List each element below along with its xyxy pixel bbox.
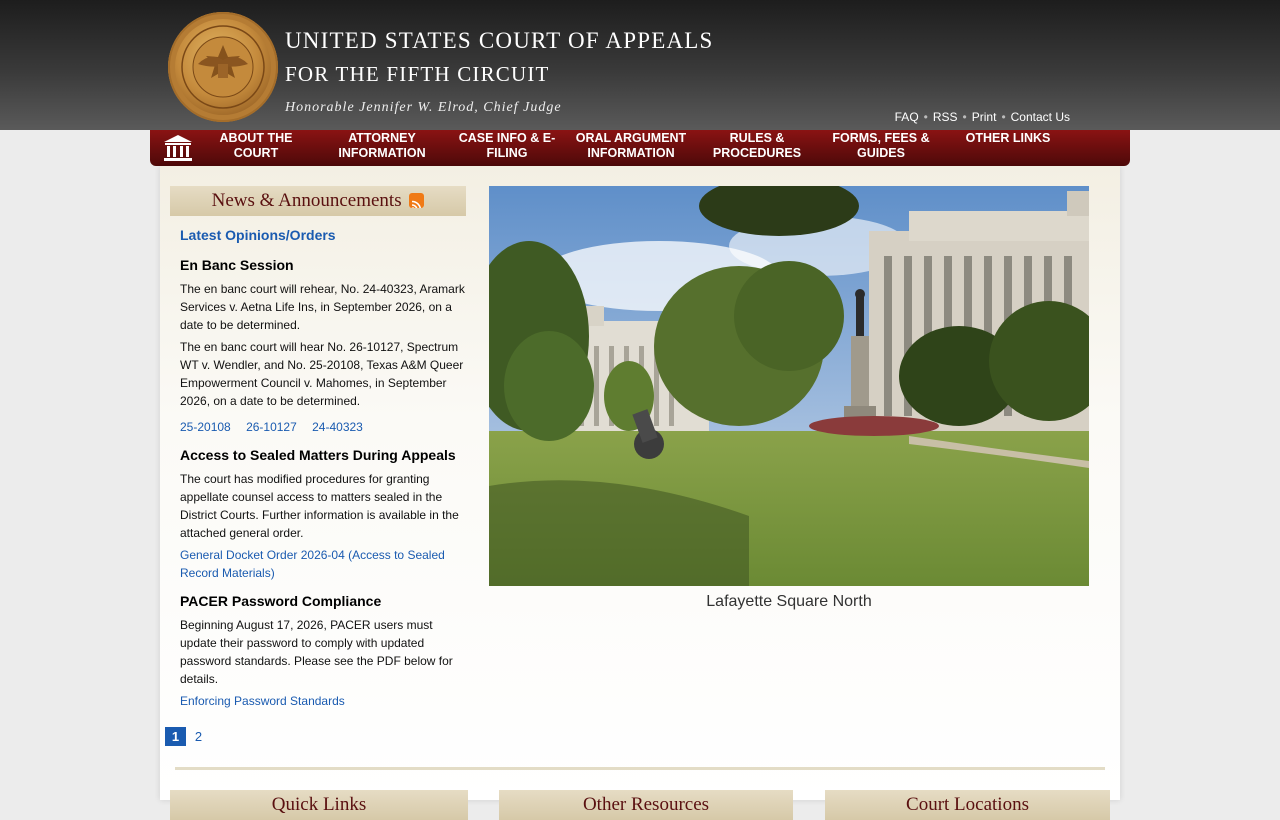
- nav-label-line-1: ABOUT THE: [219, 131, 293, 145]
- password-standards-link[interactable]: Enforcing Password Standards: [180, 694, 345, 708]
- main-content: News & Announcements Latest Opinions/Ord…: [160, 166, 1120, 820]
- photo-caption: Lafayette Square North: [706, 593, 872, 610]
- nav-label-line-2: GUIDES: [857, 146, 905, 160]
- news-item: En Banc Session The en banc court will r…: [180, 256, 465, 436]
- case-link-26-10127[interactable]: 26-10127: [246, 420, 297, 434]
- separator-dot: •: [1001, 110, 1006, 124]
- nav-label-line-1: CASE INFO & E-: [458, 131, 556, 145]
- faq-link[interactable]: FAQ: [895, 110, 919, 124]
- news-item-title: En Banc Session: [180, 257, 294, 273]
- case-links: 25-20108 26-10127 24-40323: [180, 418, 465, 436]
- contact-us-link[interactable]: Contact Us: [1011, 110, 1070, 124]
- nav-other-links[interactable]: OTHER LINKS: [948, 130, 1068, 167]
- news-pager: 12: [165, 727, 211, 746]
- nav-case-info-efiling[interactable]: CASE INFO & E- FILING: [447, 130, 567, 167]
- rss-icon[interactable]: [409, 193, 425, 208]
- nav-label-line-1: ORAL ARGUMENT: [575, 131, 687, 145]
- nav-attorney-information[interactable]: ATTORNEY INFORMATION: [322, 130, 442, 167]
- general-docket-order-link[interactable]: General Docket Order 2026-04 (Access to …: [180, 548, 445, 580]
- nav-forms-fees-guides[interactable]: FORMS, FEES & GUIDES: [821, 130, 941, 167]
- quick-links-header: Quick Links: [170, 790, 468, 820]
- news-item-title: Access to Sealed Matters During Appeals: [180, 447, 456, 463]
- news-item: PACER Password Compliance Beginning Augu…: [180, 592, 465, 710]
- news-item-text: Beginning August 17, 2026, PACER users m…: [180, 618, 453, 686]
- nav-label-line-1: RULES &: [729, 131, 785, 145]
- news-item: Access to Sealed Matters During Appeals …: [180, 446, 465, 582]
- separator-dot: •: [923, 110, 928, 124]
- nav-label-line-2: PROCEDURES: [712, 146, 802, 160]
- nav-label-line-2: FILING: [486, 146, 528, 160]
- utility-links: FAQ • RSS • Print • Contact Us: [895, 110, 1070, 124]
- site-title-line-1: UNITED STATES COURT OF APPEALS: [285, 28, 714, 53]
- other-resources-header: Other Resources: [499, 790, 793, 820]
- nav-about-the-court[interactable]: ABOUT THE COURT: [196, 130, 316, 167]
- news-list: Latest Opinions/Orders En Banc Session T…: [180, 226, 465, 720]
- chief-judge-line: Honorable Jennifer W. Elrod, Chief Judge: [285, 100, 562, 115]
- nav-label-line-1: FORMS, FEES &: [832, 131, 930, 145]
- nav-label-line-1: ATTORNEY: [348, 131, 416, 145]
- news-item-text: The en banc court will hear No. 26-10127…: [180, 340, 464, 408]
- section-divider: [175, 767, 1105, 770]
- news-announcements-header: News & Announcements: [170, 186, 466, 216]
- nav-rules-procedures[interactable]: RULES & PROCEDURES: [697, 130, 817, 167]
- nav-label-line-2: INFORMATION: [587, 146, 675, 160]
- case-link-24-40323[interactable]: 24-40323: [312, 420, 363, 434]
- site-header: UNITED STATES COURT OF APPEALS FOR THE F…: [0, 0, 1280, 130]
- nav-label-line-2: INFORMATION: [338, 146, 426, 160]
- lafayette-square-photo: [489, 186, 1089, 586]
- news-header-title: News & Announcements: [211, 190, 402, 211]
- print-link[interactable]: Print: [972, 110, 997, 124]
- courthouse-icon[interactable]: [162, 133, 194, 163]
- nav-oral-argument-information[interactable]: ORAL ARGUMENT INFORMATION: [571, 130, 691, 167]
- page-1-button[interactable]: 1: [165, 727, 186, 746]
- nav-label-line-1: OTHER LINKS: [965, 131, 1051, 145]
- main-navigation: ABOUT THE COURT ATTORNEY INFORMATION CAS…: [150, 130, 1130, 166]
- case-link-25-20108[interactable]: 25-20108: [180, 420, 231, 434]
- page-2-button[interactable]: 2: [188, 727, 209, 746]
- news-item-text: The en banc court will rehear, No. 24-40…: [180, 282, 465, 332]
- rss-link[interactable]: RSS: [933, 110, 958, 124]
- site-title-line-2: FOR THE FIFTH CIRCUIT: [285, 62, 550, 86]
- news-item-title: PACER Password Compliance: [180, 593, 382, 609]
- court-locations-header: Court Locations: [825, 790, 1110, 820]
- latest-opinions-link[interactable]: Latest Opinions/Orders: [180, 226, 465, 244]
- court-seal-logo[interactable]: [168, 12, 278, 122]
- nav-label-line-2: COURT: [233, 146, 279, 160]
- separator-dot: •: [962, 110, 967, 124]
- news-item-text: The court has modified procedures for gr…: [180, 472, 459, 540]
